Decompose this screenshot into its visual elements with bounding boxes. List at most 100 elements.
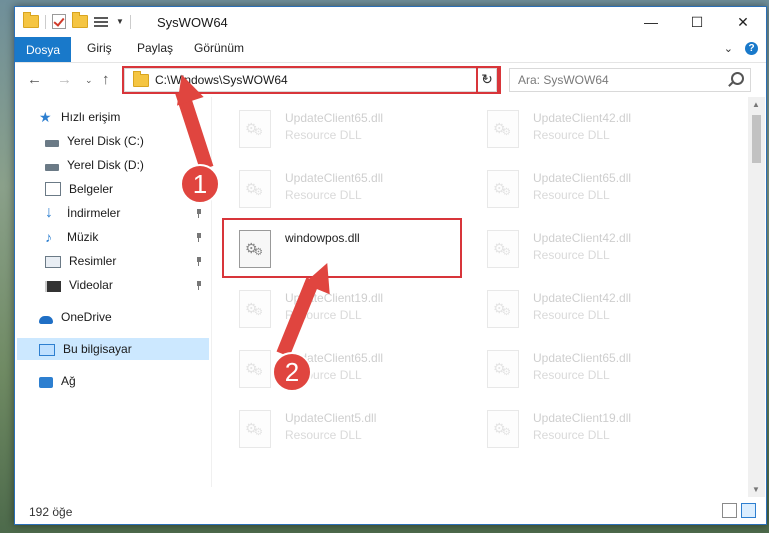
- file-item[interactable]: UpdateClient65.dll Resource DLL: [215, 101, 445, 157]
- computer-icon: [39, 343, 55, 356]
- sidebar-item-this-pc[interactable]: Bu bilgisayar: [17, 338, 209, 360]
- file-name: UpdateClient65.dll: [285, 171, 384, 185]
- refresh-button[interactable]: ↻: [478, 68, 496, 90]
- maximize-button[interactable]: ☐: [674, 7, 720, 37]
- refresh-icon: ↻: [481, 70, 493, 87]
- search-box[interactable]: Ara: SysWOW64: [509, 68, 751, 92]
- pin-icon[interactable]: [195, 233, 203, 242]
- step-badge-1: 1: [180, 164, 220, 204]
- dll-file-icon: [239, 410, 271, 448]
- file-type: Resource DLL: [533, 428, 610, 442]
- pin-icon[interactable]: [195, 257, 203, 266]
- scroll-up-icon[interactable]: ▲: [752, 100, 760, 109]
- details-view-icon[interactable]: [722, 503, 737, 518]
- drive-icon: [45, 163, 59, 171]
- large-icons-view-icon[interactable]: [741, 503, 756, 518]
- sidebar-item-label: İndirmeler: [67, 206, 121, 220]
- sidebar-item-pictures[interactable]: Resimler: [45, 250, 217, 272]
- search-placeholder[interactable]: Ara: SysWOW64: [518, 73, 609, 87]
- dll-file-icon: [239, 170, 271, 208]
- back-arrow-icon[interactable]: ←: [27, 71, 42, 88]
- pin-icon[interactable]: [195, 137, 203, 146]
- dll-file-icon: [239, 230, 271, 268]
- expand-ribbon-icon[interactable]: ⌄: [724, 42, 733, 55]
- sidebar-item-quick-access[interactable]: ★ Hızlı erişim: [39, 106, 211, 128]
- file-type: Resource DLL: [285, 188, 362, 202]
- properties-icon[interactable]: [94, 16, 110, 28]
- sidebar-item-label: Müzik: [67, 230, 99, 244]
- file-item[interactable]: UpdateClient42.dll Resource DLL: [463, 101, 693, 157]
- search-icon[interactable]: [731, 72, 744, 85]
- file-name: UpdateClient42.dll: [533, 291, 632, 305]
- file-explorer-window: ▼ SysWOW64 — ☐ ✕ Dosya Giriş Paylaş Görü…: [14, 6, 767, 525]
- item-count: 192 öğe: [29, 505, 73, 519]
- tab-home[interactable]: Giriş: [87, 41, 112, 55]
- folder-icon: [133, 71, 149, 87]
- sidebar-item-network[interactable]: Ağ: [39, 370, 211, 392]
- scrollbar-thumb[interactable]: [752, 115, 761, 163]
- sidebar-item-downloads[interactable]: ↓ İndirmeler: [45, 202, 217, 224]
- customize-toolbar-dropdown-icon[interactable]: ▼: [116, 17, 124, 26]
- sidebar-item-videos[interactable]: Videolar: [45, 274, 217, 296]
- sidebar-item-label: Yerel Disk (D:): [67, 158, 144, 172]
- file-item[interactable]: UpdateClient65.dll Resource DLL: [463, 161, 693, 217]
- close-button[interactable]: ✕: [720, 7, 766, 37]
- file-type: Resource DLL: [533, 368, 610, 382]
- dll-file-icon: [487, 410, 519, 448]
- properties-check-icon[interactable]: [52, 14, 66, 29]
- sidebar-item-label: Ağ: [61, 374, 76, 388]
- dll-file-icon: [487, 110, 519, 148]
- sidebar-item-label: Yerel Disk (C:): [67, 134, 144, 148]
- help-icon[interactable]: ?: [745, 42, 758, 55]
- navigation-pane: ★ Hızlı erişim Yerel Disk (C:) Yerel Dis…: [15, 97, 211, 487]
- file-item[interactable]: UpdateClient42.dll Resource DLL: [463, 281, 693, 337]
- file-item[interactable]: UpdateClient5.dll Resource DLL: [215, 401, 445, 457]
- file-item[interactable]: UpdateClient19.dll Resource DLL: [463, 401, 693, 457]
- new-folder-icon[interactable]: [72, 12, 88, 28]
- forward-arrow-icon[interactable]: →: [57, 71, 72, 88]
- sidebar-item-onedrive[interactable]: OneDrive: [39, 306, 211, 328]
- dll-file-icon: [487, 230, 519, 268]
- pin-icon[interactable]: [195, 281, 203, 290]
- pictures-icon: [45, 256, 61, 268]
- file-list: UpdateClient65.dll Resource DLL UpdateCl…: [215, 97, 745, 497]
- music-icon: ♪: [45, 229, 52, 245]
- minimize-icon: —: [644, 14, 658, 30]
- status-bar: 192 öğe: [15, 497, 766, 523]
- ribbon-tabs: Dosya Giriş Paylaş Görünüm ⌄ ?: [15, 37, 766, 63]
- file-name: UpdateClient19.dll: [285, 291, 384, 305]
- tab-file[interactable]: Dosya: [15, 37, 71, 62]
- sidebar-item-local-disk-c[interactable]: Yerel Disk (C:): [45, 130, 217, 152]
- close-icon: ✕: [737, 13, 749, 30]
- toolbar-divider: [45, 14, 46, 29]
- maximize-icon: ☐: [690, 13, 704, 30]
- scroll-down-icon[interactable]: ▼: [752, 485, 760, 494]
- sidebar-item-label: Bu bilgisayar: [63, 342, 132, 356]
- minimize-button[interactable]: —: [628, 7, 674, 37]
- sidebar-item-label: Resimler: [69, 254, 117, 268]
- recent-locations-icon[interactable]: ⌄: [85, 75, 93, 86]
- dll-file-icon: [239, 110, 271, 148]
- up-arrow-icon[interactable]: ↑: [102, 71, 110, 88]
- navigation-bar: ← → ⌄ ↑ C:\Windows\SysWOW64 ⌄ ↻ Ara: Sys…: [15, 63, 766, 96]
- pin-icon[interactable]: [195, 209, 203, 218]
- file-type: Resource DLL: [285, 128, 362, 142]
- file-name: UpdateClient65.dll: [285, 111, 384, 125]
- pane-divider: [211, 97, 212, 487]
- documents-icon: [45, 182, 61, 196]
- file-type: Resource DLL: [285, 428, 362, 442]
- file-item[interactable]: UpdateClient65.dll Resource DLL: [463, 341, 693, 397]
- tab-view[interactable]: Görünüm: [194, 41, 244, 55]
- sidebar-item-label: Videolar: [69, 278, 113, 292]
- tab-share[interactable]: Paylaş: [137, 41, 173, 55]
- file-name: UpdateClient5.dll: [285, 411, 377, 425]
- file-name: UpdateClient65.dll: [533, 171, 632, 185]
- step-badge-2: 2: [272, 352, 312, 392]
- sidebar-item-music[interactable]: ♪ Müzik: [45, 226, 217, 248]
- network-icon: [39, 376, 53, 388]
- vertical-scrollbar[interactable]: ▲ ▼: [748, 97, 765, 497]
- file-item[interactable]: UpdateClient65.dll Resource DLL: [215, 341, 445, 397]
- file-name: UpdateClient42.dll: [533, 231, 632, 245]
- file-item[interactable]: UpdateClient65.dll Resource DLL: [215, 161, 445, 217]
- file-item[interactable]: UpdateClient42.dll Resource DLL: [463, 221, 693, 277]
